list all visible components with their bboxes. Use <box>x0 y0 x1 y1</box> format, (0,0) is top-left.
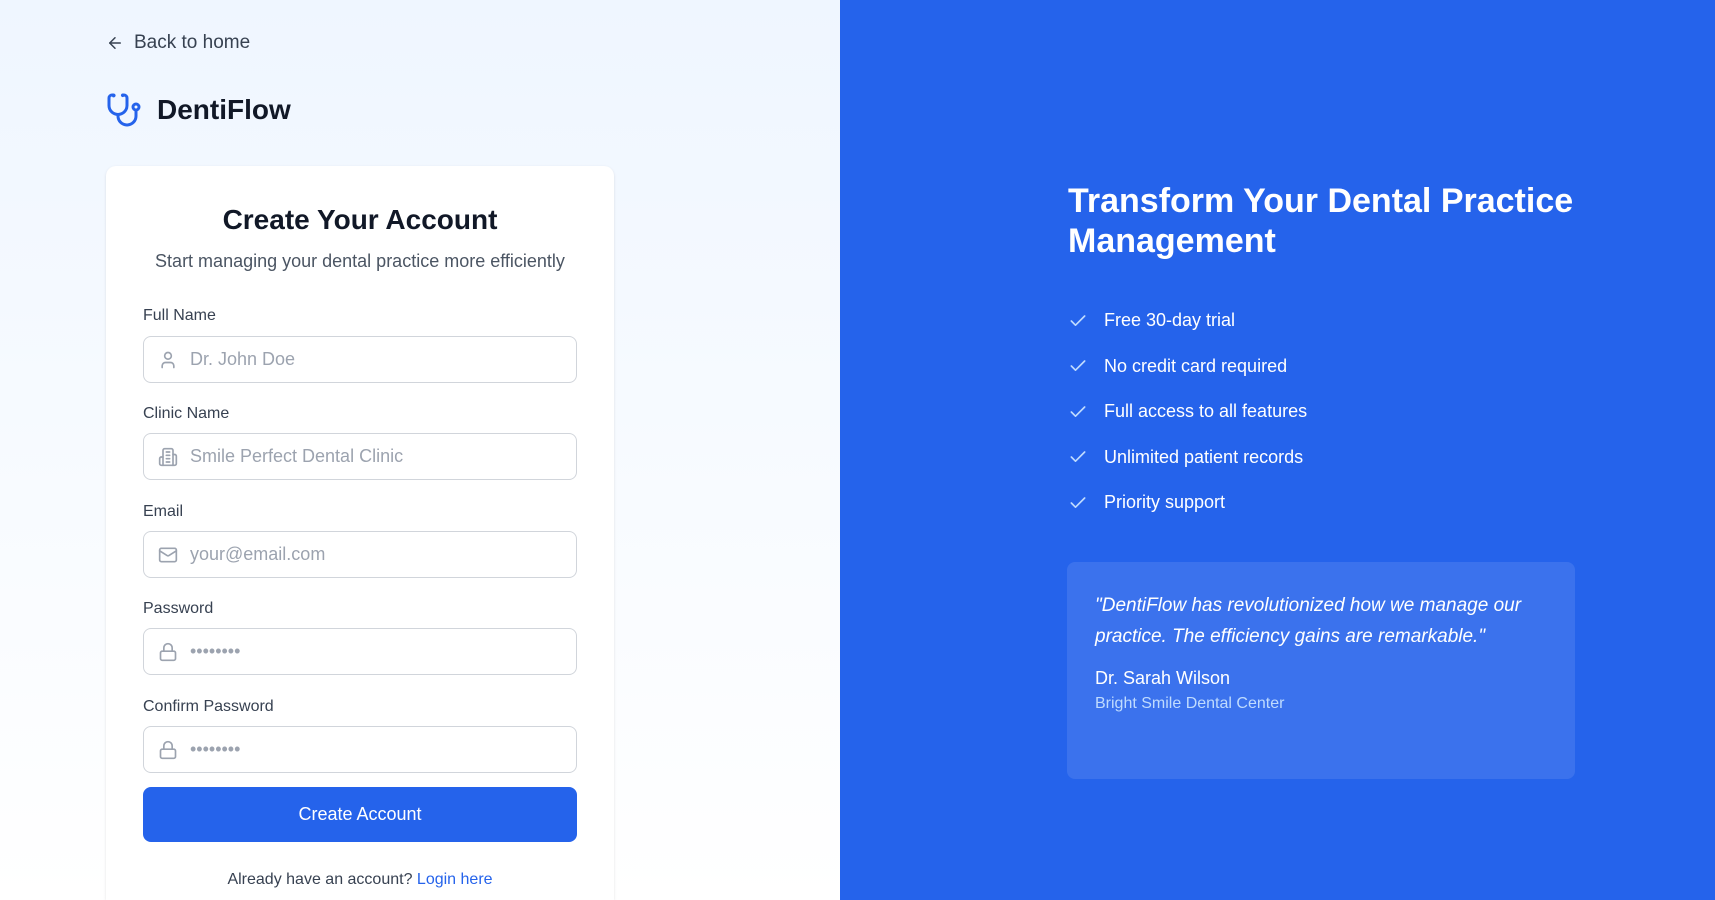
clinic-name-input[interactable] <box>190 434 570 479</box>
confirm-password-label: Confirm Password <box>143 698 274 715</box>
check-icon <box>1070 360 1086 372</box>
check-icon <box>1070 405 1086 417</box>
full-name-label: Full Name <box>143 307 216 324</box>
password-field[interactable] <box>143 628 577 675</box>
feature-item: Full access to all features <box>1068 389 1307 435</box>
confirm-password-field[interactable] <box>143 726 577 773</box>
testimonial-quote: "DentiFlow has revolutionized how we man… <box>1095 595 1522 647</box>
brand: DentiFlow <box>106 92 291 128</box>
login-link[interactable]: Login here <box>417 871 493 888</box>
arrow-left-icon <box>109 37 121 49</box>
form-title: Create Your Account <box>222 204 498 235</box>
check-icon <box>1070 451 1086 463</box>
feature-item: No credit card required <box>1068 344 1307 390</box>
password-label: Password <box>143 600 214 617</box>
lock-icon <box>159 740 177 759</box>
feature-label: Full access to all features <box>1104 401 1308 422</box>
full-name-field[interactable] <box>143 336 577 383</box>
create-account-button[interactable]: Create Account <box>143 787 577 842</box>
brand-name: DentiFlow <box>157 94 291 125</box>
feature-label: Priority support <box>1104 492 1226 513</box>
mail-icon <box>158 547 178 562</box>
login-prompt-text: Already have an account? <box>227 871 413 888</box>
feature-item: Priority support <box>1068 480 1307 526</box>
login-prompt-row: Already have an account? Login here <box>106 871 614 889</box>
check-icon <box>1070 496 1086 508</box>
testimonial-card: "DentiFlow has revolutionized how we man… <box>1067 562 1575 779</box>
signup-card: Create Your Account Start managing your … <box>106 166 614 900</box>
building-icon <box>158 447 178 466</box>
user-icon <box>161 351 175 368</box>
feature-list: Free 30-day trial No credit card require… <box>1068 298 1307 526</box>
lock-icon <box>159 642 177 661</box>
signup-panel: Back to home DentiFlow Create Your Accou… <box>0 0 840 900</box>
back-to-home-link[interactable]: Back to home <box>106 31 250 55</box>
hero-title: Transform Your Dental Practice Managemen… <box>1068 182 1574 260</box>
feature-label: Unlimited patient records <box>1104 446 1304 467</box>
check-icon <box>1070 314 1086 326</box>
full-name-input[interactable] <box>190 337 570 382</box>
marketing-panel: Transform Your Dental Practice Managemen… <box>840 0 1715 900</box>
testimonial-organization: Bright Smile Dental Center <box>1095 695 1285 712</box>
form-subtitle: Start managing your dental practice more… <box>155 251 565 271</box>
clinic-name-label: Clinic Name <box>143 405 230 422</box>
testimonial-author: Dr. Sarah Wilson <box>1095 668 1231 688</box>
feature-label: Free 30-day trial <box>1104 310 1236 331</box>
clinic-name-field[interactable] <box>143 433 577 480</box>
email-input[interactable] <box>190 532 570 577</box>
feature-label: No credit card required <box>1104 355 1288 376</box>
password-input[interactable] <box>190 629 570 674</box>
confirm-password-input[interactable] <box>190 727 570 772</box>
feature-item: Unlimited patient records <box>1068 435 1307 481</box>
feature-item: Free 30-day trial <box>1068 298 1307 344</box>
email-label: Email <box>143 503 184 520</box>
back-to-home-label: Back to home <box>134 32 251 53</box>
email-field[interactable] <box>143 531 577 578</box>
stethoscope-icon <box>107 93 141 127</box>
